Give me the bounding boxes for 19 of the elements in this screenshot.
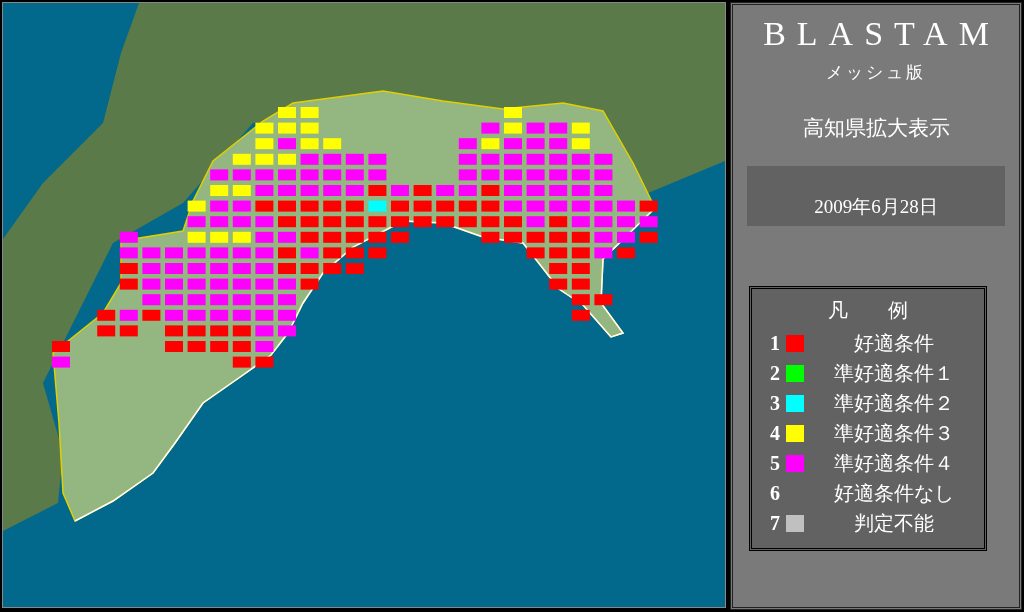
legend-label: 準好適条件３ xyxy=(833,420,955,446)
legend-label: 準好適条件２ xyxy=(833,390,955,416)
legend-label: 準好適条件４ xyxy=(833,450,955,476)
date-display: 2009年6月28日 xyxy=(747,166,1005,226)
legend-label: 好適条件 xyxy=(853,330,935,356)
app-subtitle: メッシュ版 xyxy=(826,62,926,84)
legend-label: 準好適条件１ xyxy=(833,360,955,386)
legend-label: 判定不能 xyxy=(853,510,935,536)
app-title: BLASTAM xyxy=(763,17,1000,51)
legend-number: 6 xyxy=(769,481,781,505)
legend-number: 4 xyxy=(769,421,781,445)
legend-heading: 凡 例 xyxy=(827,298,909,323)
view-label: 高知県拡大表示 xyxy=(802,115,950,142)
legend-number: 3 xyxy=(769,391,781,415)
legend-number: 1 xyxy=(769,331,781,355)
legend-number: 2 xyxy=(769,361,781,385)
legend-label: 好適条件なし xyxy=(833,480,955,506)
legend-number: 7 xyxy=(769,511,781,535)
legend-number: 5 xyxy=(769,451,781,475)
